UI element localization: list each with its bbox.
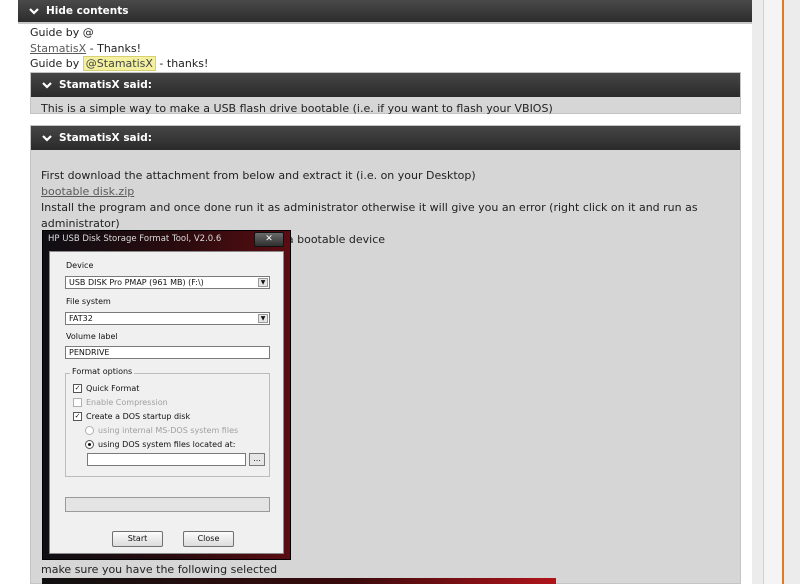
radio-unselected-icon[interactable] <box>85 426 94 435</box>
close-icon[interactable]: ✕ <box>254 232 284 247</box>
after-dialog-text: make sure you have the following selecte… <box>41 563 278 576</box>
chevron-down-icon <box>42 82 52 89</box>
radio-selected-icon[interactable] <box>85 440 94 449</box>
hide-contents-label: Hide contents <box>46 5 129 17</box>
chevron-down-icon <box>42 135 52 142</box>
thanks-text-2: - thanks! <box>155 57 209 70</box>
checkbox-checked-icon[interactable]: ✓ <box>73 412 82 421</box>
enable-compression-option[interactable]: Enable Compression <box>73 398 168 407</box>
next-screenshot-preview <box>42 578 556 584</box>
quote-text-1: This is a simple way to make a USB flash… <box>41 102 553 115</box>
mention-stamatisx[interactable]: @StamatisX <box>82 56 156 71</box>
chevron-down-icon[interactable]: ▼ <box>258 314 268 323</box>
format-options-legend: Format options <box>70 367 135 376</box>
enable-compression-label: Enable Compression <box>86 398 168 407</box>
filesystem-select[interactable]: FAT32 ▼ <box>65 312 270 325</box>
quote-block-1: StamatisX said: This is a simple way to … <box>30 72 741 115</box>
dos-path-input[interactable] <box>87 453 246 466</box>
chevron-down-icon[interactable]: ▼ <box>258 278 268 287</box>
attachment-link[interactable]: bootable disk.zip <box>41 185 134 198</box>
thanks-text: - Thanks! <box>86 42 142 55</box>
chevron-down-icon <box>29 8 39 15</box>
device-select[interactable]: USB DISK Pro PMAP (961 MB) (F:\) ▼ <box>65 276 270 289</box>
quick-format-label: Quick Format <box>86 384 140 393</box>
volume-input[interactable]: PENDRIVE <box>65 346 270 359</box>
stamatisx-link[interactable]: StamatisX <box>30 42 86 55</box>
quick-format-option[interactable]: ✓ Quick Format <box>73 384 139 393</box>
guide-line-1: Guide by @ <box>30 26 94 39</box>
format-tool-dialog: HP USB Disk Storage Format Tool, V2.0.6 … <box>42 230 291 560</box>
quote-header-2[interactable]: StamatisX said: <box>31 126 740 150</box>
device-value: USB DISK Pro PMAP (961 MB) (F:\) <box>69 278 204 287</box>
internal-dos-option[interactable]: using internal MS-DOS system files <box>85 426 238 435</box>
quote-author-2: StamatisX said: <box>59 132 152 144</box>
guide-by-text: Guide by <box>30 57 83 70</box>
guide-prefix: Guide by @ <box>30 26 94 39</box>
create-dos-label: Create a DOS startup disk <box>86 412 191 421</box>
create-dos-option[interactable]: ✓ Create a DOS startup disk <box>73 412 190 421</box>
close-button[interactable]: Close <box>183 531 234 547</box>
dos-located-option[interactable]: using DOS system files located at: <box>85 440 235 449</box>
guide-line-2: StamatisX - Thanks! <box>30 42 141 55</box>
guide-line-3: Guide by @StamatisX - thanks! <box>30 56 209 71</box>
dialog-title: HP USB Disk Storage Format Tool, V2.0.6 <box>48 234 222 244</box>
filesystem-value: FAT32 <box>69 314 93 323</box>
quote-header-1[interactable]: StamatisX said: <box>31 73 740 97</box>
filesystem-label: File system <box>66 297 111 306</box>
quote-author-1: StamatisX said: <box>59 79 152 91</box>
dos-located-label: using DOS system files located at: <box>98 440 236 449</box>
browse-button[interactable]: ... <box>249 453 265 466</box>
scrollbar-track[interactable] <box>763 0 783 584</box>
hide-contents-toggle[interactable]: Hide contents <box>18 0 752 24</box>
quote2-line1: First download the attachment from below… <box>41 169 476 182</box>
checkbox-unchecked-icon[interactable] <box>73 398 82 407</box>
progress-bar <box>65 497 270 512</box>
dialog-body: Device USB DISK Pro PMAP (961 MB) (F:\) … <box>49 251 284 554</box>
device-label: Device <box>66 261 94 270</box>
start-button[interactable]: Start <box>112 531 163 547</box>
checkbox-checked-icon[interactable]: ✓ <box>73 384 82 393</box>
accent-border <box>782 0 784 584</box>
internal-dos-label: using internal MS-DOS system files <box>98 426 239 435</box>
quote2-line2: Install the program and once done run it… <box>41 201 698 230</box>
volume-label: Volume label <box>66 332 118 341</box>
